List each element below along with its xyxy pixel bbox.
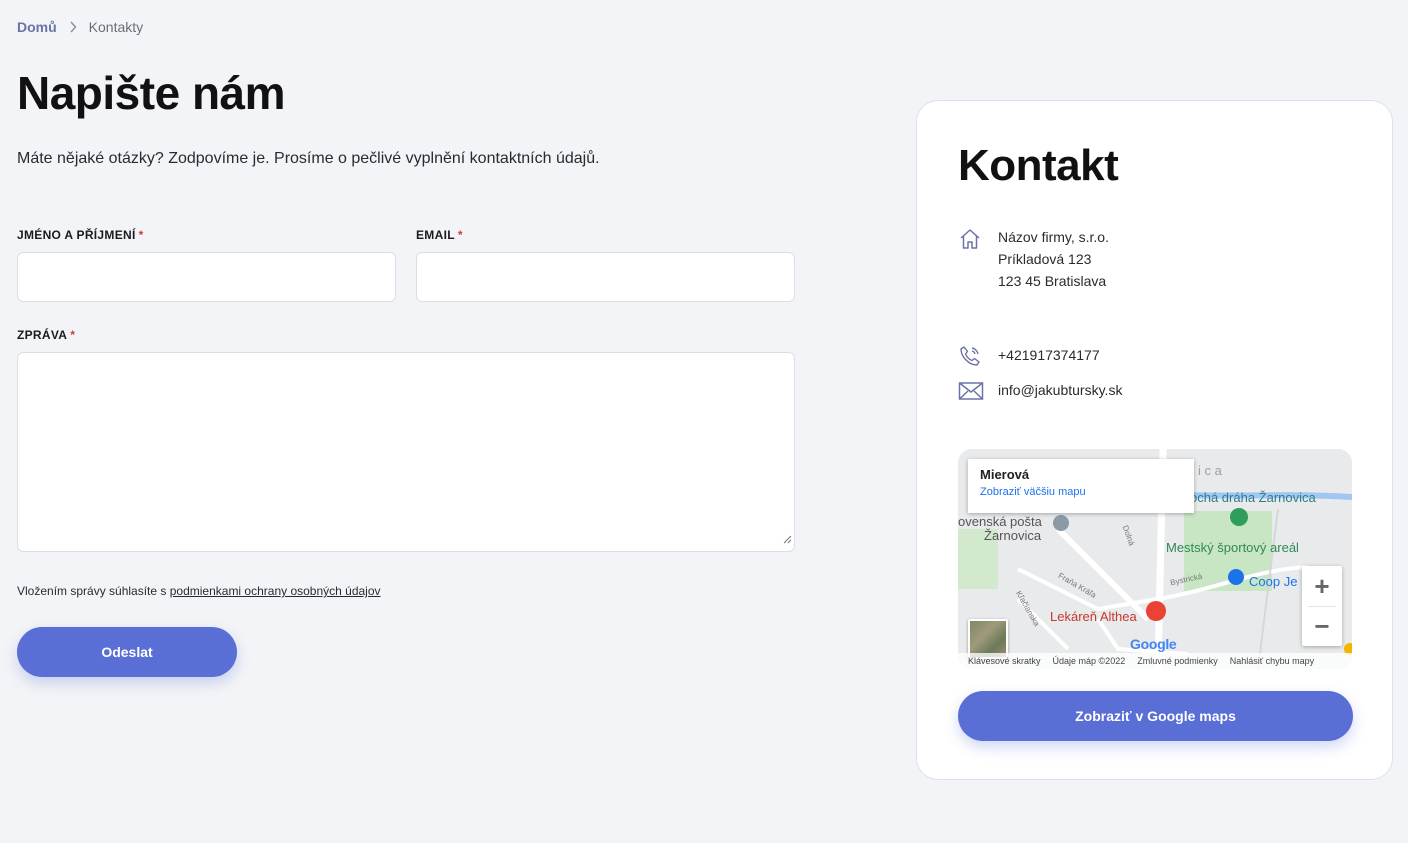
map-place-card: Mierová Zobraziť väčšiu mapu (968, 459, 1194, 513)
company-name: Názov firmy, s.r.o. (998, 229, 1109, 245)
email-input[interactable] (416, 252, 795, 302)
breadcrumb-home-link[interactable]: Domů (17, 19, 57, 35)
google-map[interactable]: ovenská pošta Žarnovica ochá dráha Žarno… (958, 449, 1352, 669)
street-address: Príkladová 123 (998, 251, 1092, 267)
resize-grip-icon[interactable] (783, 531, 792, 549)
keyboard-shortcuts-link[interactable]: Klávesové skratky (968, 656, 1041, 666)
map-terms-link[interactable]: Zmluvné podmienky (1137, 656, 1218, 666)
zoom-out-button[interactable]: − (1302, 606, 1342, 646)
mail-icon (958, 379, 984, 403)
name-input[interactable] (17, 252, 396, 302)
map-place-title: Mierová (980, 467, 1030, 482)
zoom-divider (1308, 606, 1336, 607)
intro-text: Máte nějaké otázky? Zodpovíme je. Prosím… (17, 150, 600, 167)
map-label-pharmacy: Lekáreň Althea (1050, 609, 1137, 624)
message-textarea[interactable] (17, 352, 795, 552)
map-label-coop: Coop Je (1249, 574, 1298, 589)
breadcrumb-current: Kontakty (88, 19, 144, 35)
page-title: Napište nám (17, 67, 286, 119)
chevron-right-icon (69, 21, 77, 33)
email-label: EMAIL * (416, 228, 463, 242)
map-data-text: Údaje máp ©2022 (1052, 656, 1126, 666)
required-mark: * (138, 228, 144, 242)
email-link[interactable]: info@jakubtursky.sk (998, 379, 1122, 401)
message-label-text: ZPRÁVA (17, 328, 68, 342)
contact-card: Kontakt Názov firmy, s.r.o. Príkladová 1… (916, 100, 1393, 780)
map-label-sled-track: ochá dráha Žarnovica (1190, 490, 1316, 505)
open-google-maps-button[interactable]: Zobraziť v Google maps (958, 691, 1353, 741)
name-label: JMÉNO A PŘÍJMENÍ * (17, 228, 144, 242)
required-mark: * (70, 328, 76, 342)
city-address: 123 45 Bratislava (998, 273, 1107, 289)
map-label-street-partial: i c a (1198, 463, 1222, 478)
map-label-post-office-town: Žarnovica (984, 528, 1042, 543)
map-zoom-controls: + − (1302, 566, 1342, 646)
larger-map-link[interactable]: Zobraziť väčšiu mapu (980, 486, 1182, 498)
breadcrumb: Domů Kontakty (17, 19, 143, 35)
map-label-post-office: ovenská pošta (958, 514, 1042, 529)
consent-text: Vložením správy súhlasíte s podmienkami … (17, 584, 381, 598)
map-footer: Klávesové skratky Údaje máp ©2022 Zmluvn… (958, 653, 1352, 669)
contact-title: Kontakt (958, 141, 1119, 190)
address-block: Názov firmy, s.r.o. Príkladová 123 123 4… (998, 226, 1109, 292)
name-label-text: JMÉNO A PŘÍJMENÍ (17, 228, 136, 242)
required-mark: * (457, 228, 463, 242)
zoom-in-button[interactable]: + (1302, 566, 1342, 606)
privacy-policy-link[interactable]: podmienkami ochrany osobných údajov (170, 584, 381, 598)
phone-icon (958, 344, 982, 368)
message-label: ZPRÁVA * (17, 328, 75, 342)
google-logo: Google (1130, 636, 1177, 652)
report-map-error-link[interactable]: Nahlásiť chybu mapy (1230, 656, 1314, 666)
map-label-sports-area: Mestský športový areál (1166, 540, 1299, 555)
consent-prefix: Vložením správy súhlasíte s (17, 584, 170, 598)
home-icon (958, 227, 982, 251)
email-label-text: EMAIL (416, 228, 455, 242)
submit-button[interactable]: Odeslat (17, 627, 237, 677)
phone-link[interactable]: +421917374177 (998, 344, 1100, 366)
